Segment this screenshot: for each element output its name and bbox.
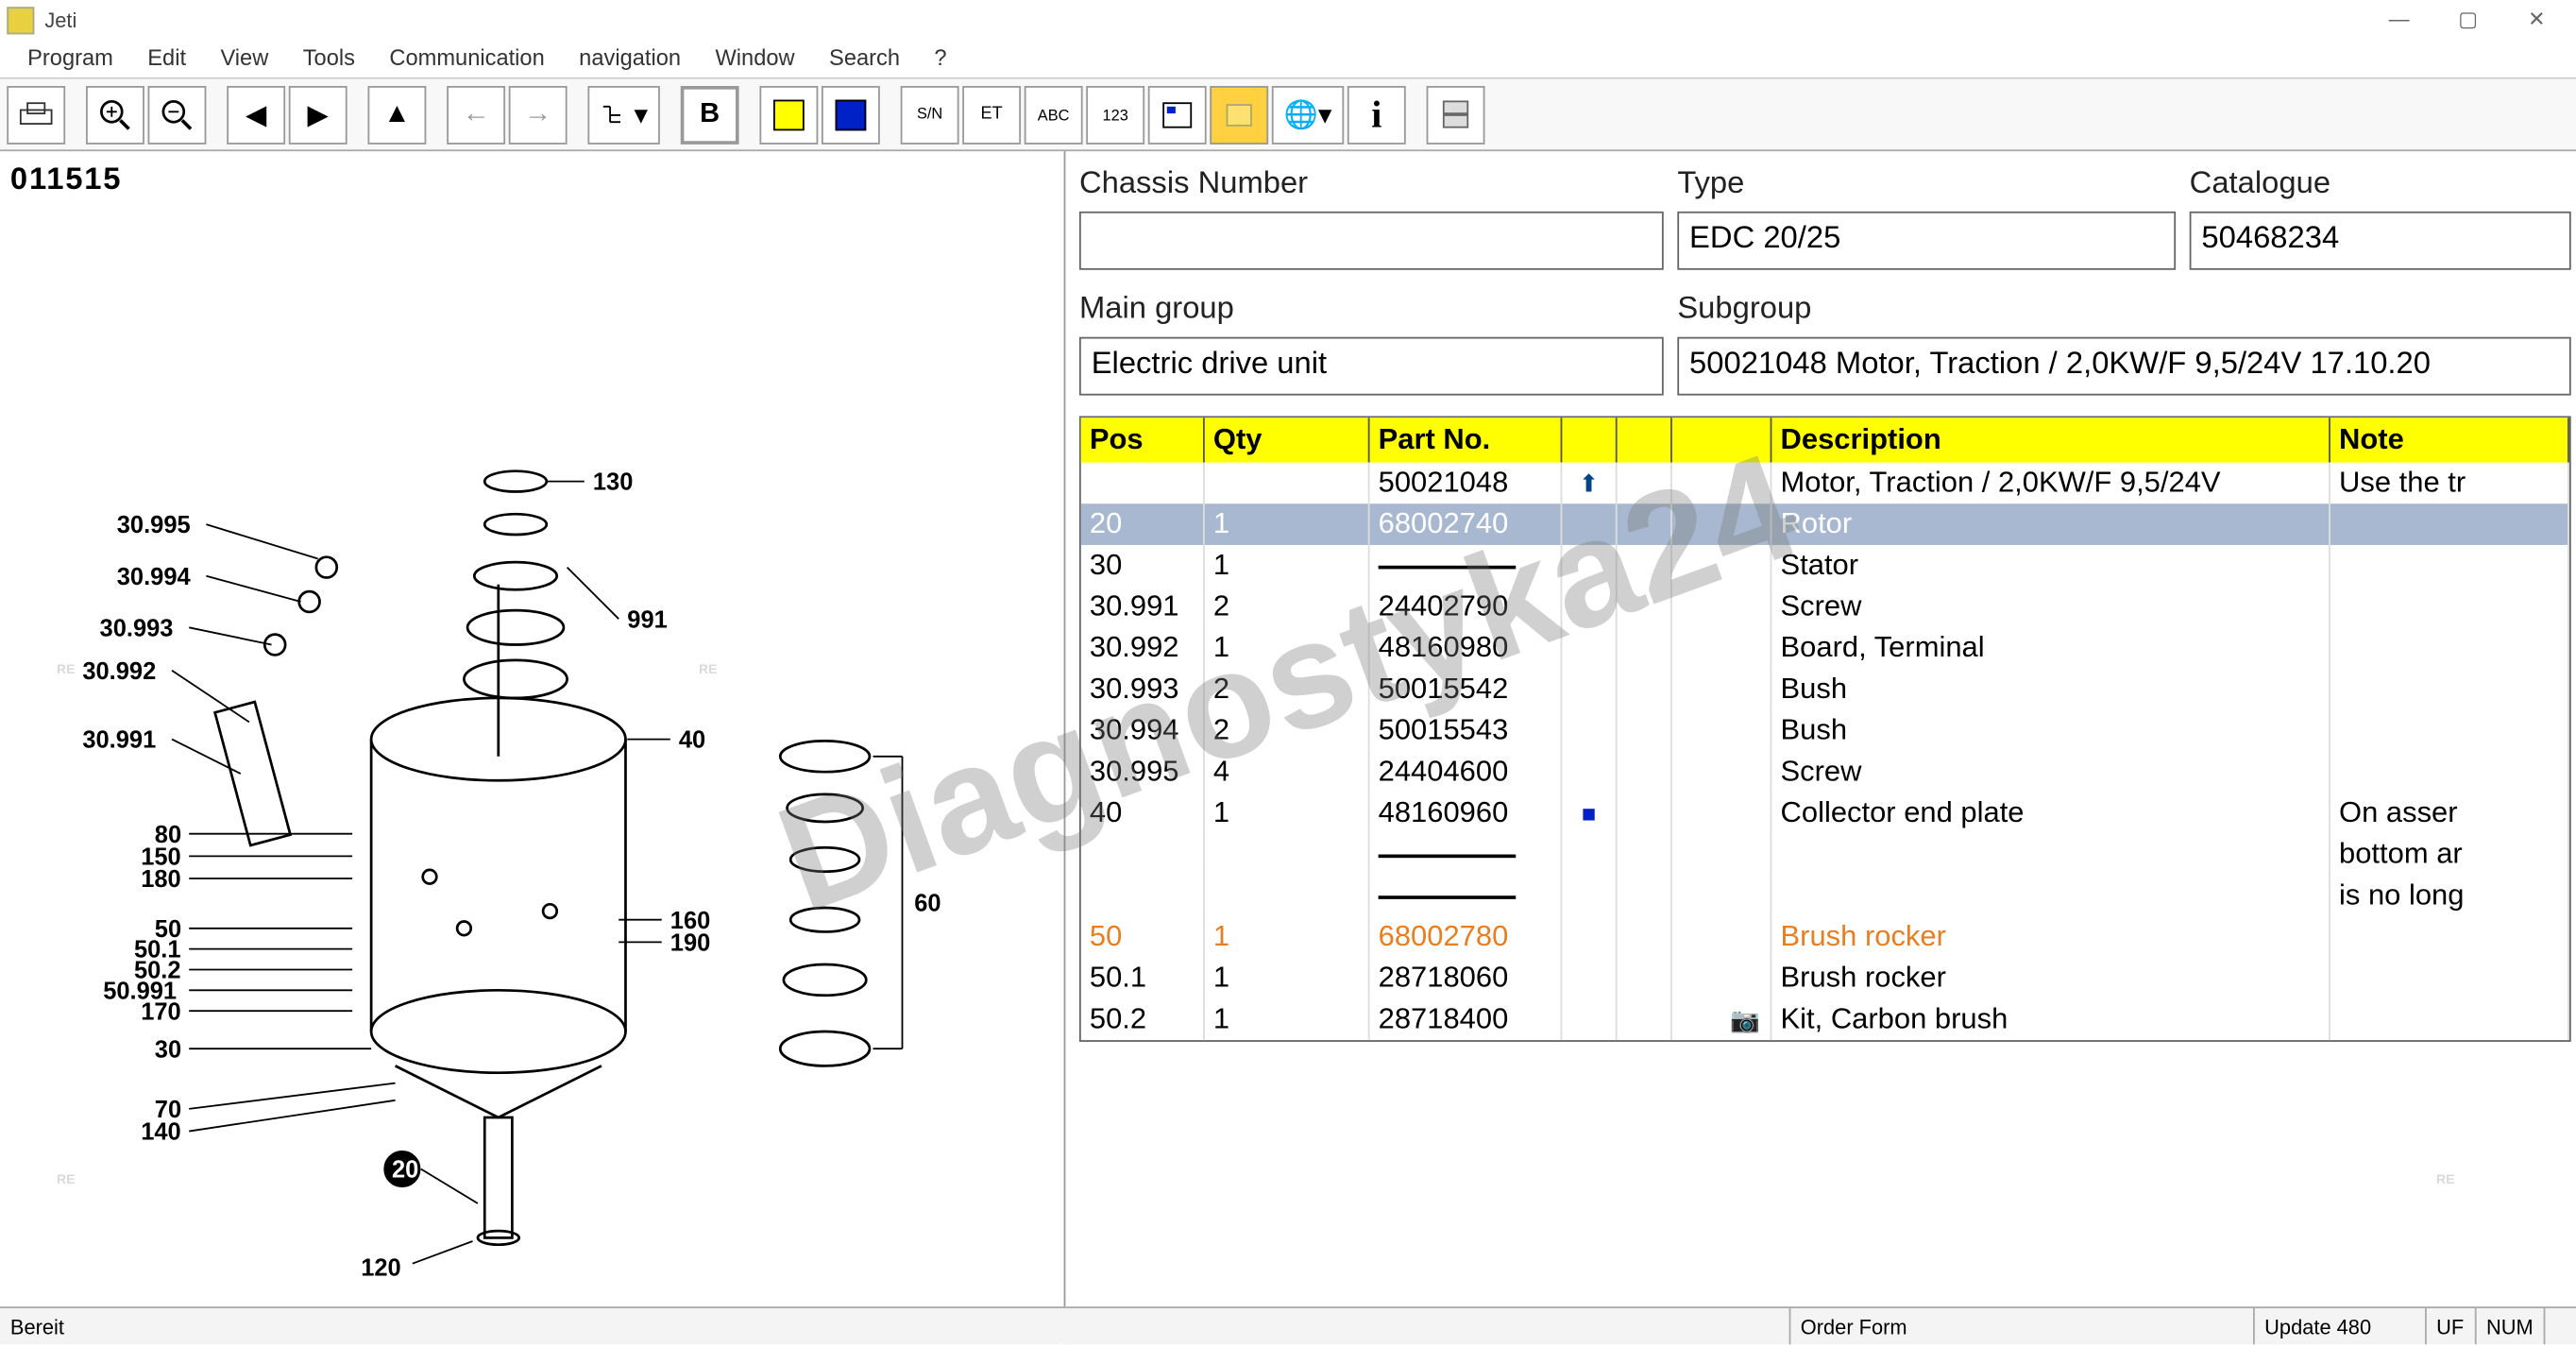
statusbar: Bereit Order Form Update 480 UF NUM — [0, 1306, 2576, 1344]
table-row[interactable]: 30.993250015542Bush — [1081, 669, 2569, 710]
svg-text:60: 60 — [913, 891, 940, 917]
hdr-qty: Qty — [1205, 418, 1370, 462]
tree-dropdown[interactable]: ▾ — [587, 85, 659, 144]
table-row[interactable]: 20168002740Rotor — [1081, 503, 2569, 545]
info-pane: Chassis Number Type EDC 20/25 Catalogue … — [1065, 151, 2576, 1344]
status-ready: Bereit — [0, 1308, 75, 1344]
menu-help[interactable]: ? — [917, 42, 964, 77]
drawing-id: 011515 — [10, 162, 122, 197]
menu-search[interactable]: Search — [812, 42, 917, 77]
zoom-out-button[interactable] — [148, 85, 207, 144]
abc-button[interactable]: ABC — [1025, 85, 1083, 144]
menu-tools[interactable]: Tools — [286, 42, 373, 77]
svg-text:30.991: 30.991 — [81, 727, 155, 754]
sn-button[interactable]: S/N — [901, 85, 959, 144]
table-row[interactable]: bottom ar — [1081, 834, 2569, 876]
prev-button[interactable]: ◀ — [227, 85, 285, 144]
svg-text:170: 170 — [140, 998, 179, 1025]
table-row[interactable]: 50168002780Brush rocker — [1081, 916, 2569, 958]
table-row[interactable]: 30.991224402790Screw — [1081, 587, 2569, 628]
subgroup-label: Subgroup — [1677, 291, 2570, 327]
table-row[interactable]: 50.1128718060Brush rocker — [1081, 958, 2569, 999]
table-row[interactable]: 50.2128718400📷Kit, Carbon brush — [1081, 998, 2569, 1040]
menu-edit[interactable]: Edit — [130, 42, 203, 77]
catalogue-field[interactable]: 50468234 — [2190, 212, 2571, 270]
svg-text:991: 991 — [626, 606, 667, 633]
table-row[interactable]: is no long — [1081, 875, 2569, 916]
svg-text:30.995: 30.995 — [116, 512, 190, 538]
svg-text:20: 20 — [391, 1157, 417, 1184]
svg-text:130: 130 — [592, 469, 633, 496]
svg-text:30.993: 30.993 — [99, 615, 173, 641]
svg-text:40: 40 — [678, 727, 704, 754]
chassis-label: Chassis Number — [1079, 165, 1664, 201]
next-button[interactable]: ▶ — [289, 85, 347, 144]
menu-program[interactable]: Program — [10, 42, 130, 77]
et-button[interactable]: ET — [962, 85, 1021, 144]
num-button[interactable]: 123 — [1086, 85, 1144, 144]
forward-button[interactable]: → — [509, 85, 568, 144]
window-button[interactable] — [1148, 85, 1207, 144]
subgroup-field[interactable]: 50021048 Motor, Traction / 2,0KW/F 9,5/2… — [1677, 337, 2570, 396]
globe-dropdown[interactable]: 🌐 ▾ — [1272, 85, 1344, 144]
chassis-field[interactable] — [1079, 212, 1664, 270]
svg-text:120: 120 — [360, 1254, 400, 1281]
yellow-marker-button[interactable] — [759, 85, 818, 144]
cabinet-button[interactable] — [1427, 85, 1485, 144]
table-row[interactable]: 301Stator — [1081, 545, 2569, 587]
svg-text:180: 180 — [140, 866, 179, 893]
notes-button[interactable] — [1210, 85, 1268, 144]
status-orderform[interactable]: Order Form — [1788, 1308, 2252, 1344]
hdr-pos: Pos — [1081, 418, 1205, 462]
back-button[interactable]: ← — [447, 85, 505, 144]
status-update: Update 480 — [2252, 1308, 2424, 1344]
titlebar: Jeti — ▢ ✕ — [0, 0, 2576, 42]
table-row[interactable]: 40148160960■Collector end plateOn asser — [1081, 793, 2569, 834]
svg-text:190: 190 — [669, 929, 710, 956]
bold-button[interactable]: B — [681, 85, 739, 144]
print-button[interactable] — [7, 85, 65, 144]
type-label: Type — [1677, 165, 2176, 201]
table-row[interactable]: 50021048⬆Motor, Traction / 2,0KW/F 9,5/2… — [1081, 463, 2569, 504]
menu-communication[interactable]: Communication — [372, 42, 562, 77]
svg-text:30: 30 — [154, 1036, 180, 1063]
zoom-in-button[interactable] — [86, 85, 144, 144]
menu-navigation[interactable]: navigation — [562, 42, 698, 77]
maingroup-label: Main group — [1079, 291, 1664, 327]
info-button[interactable]: i — [1347, 85, 1406, 144]
drawing-pane[interactable]: 011515 — [0, 151, 1065, 1344]
table-header: Pos Qty Part No. Description Note — [1081, 418, 2569, 462]
hdr-note: Note — [2330, 418, 2569, 462]
menu-view[interactable]: View — [203, 42, 285, 77]
close-button[interactable]: ✕ — [2502, 0, 2571, 42]
exploded-drawing: 130 991 40 60 80 150 180 50 50.1 50.2 50… — [51, 241, 1013, 1306]
catalogue-label: Catalogue — [2190, 165, 2571, 201]
parts-table[interactable]: Pos Qty Part No. Description Note 500210… — [1079, 416, 2571, 1041]
maximize-button[interactable]: ▢ — [2433, 0, 2502, 42]
minimize-button[interactable]: — — [2364, 0, 2433, 42]
table-row[interactable]: 30.994250015543Bush — [1081, 710, 2569, 752]
svg-text:30.992: 30.992 — [81, 658, 155, 685]
menubar: Program Edit View Tools Communication na… — [0, 42, 2576, 79]
hdr-part: Part No. — [1370, 418, 1563, 462]
table-row[interactable]: 30.992148160980Board, Terminal — [1081, 627, 2569, 669]
app-icon — [7, 7, 34, 34]
svg-text:140: 140 — [140, 1119, 179, 1146]
type-field[interactable]: EDC 20/25 — [1677, 212, 2176, 270]
app-title: Jeti — [44, 9, 76, 32]
hdr-desc: Description — [1771, 418, 2330, 462]
maingroup-field[interactable]: Electric drive unit — [1079, 337, 1664, 396]
menu-window[interactable]: Window — [698, 42, 812, 77]
up-button[interactable]: ▲ — [367, 85, 426, 144]
status-uf: UF — [2424, 1308, 2474, 1344]
table-row[interactable]: 30.995424404600Screw — [1081, 751, 2569, 793]
status-num: NUM — [2474, 1308, 2543, 1344]
blue-marker-button[interactable] — [822, 85, 880, 144]
svg-text:30.994: 30.994 — [116, 564, 191, 590]
toolbar: ◀ ▶ ▲ ← → ▾ B S/N ET ABC 123 🌐 ▾ i — [0, 79, 2576, 151]
